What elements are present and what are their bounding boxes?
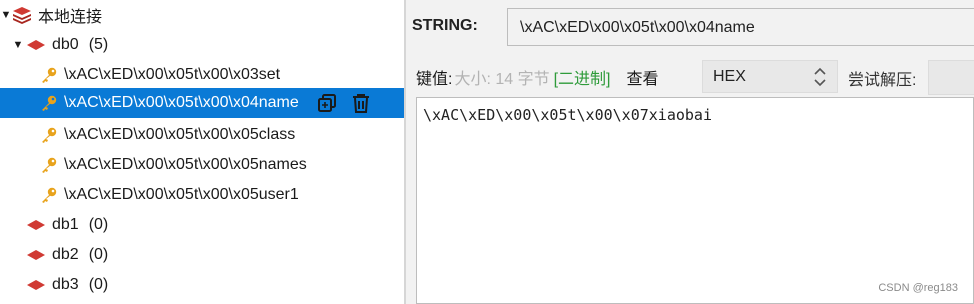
expand-arrow-icon[interactable]: ▼ bbox=[0, 0, 12, 30]
key-detail-panel: STRING: \xAC\xED\x00\x05t\x00\x04name 键值… bbox=[406, 0, 974, 304]
key-label: \xAC\xED\x00\x05t\x00\x05names bbox=[64, 156, 307, 173]
key-label: \xAC\xED\x00\x05t\x00\x05user1 bbox=[64, 186, 299, 203]
watermark: CSDN @reg183 bbox=[878, 282, 958, 294]
key-label: \xAC\xED\x00\x05t\x00\x05class bbox=[64, 126, 296, 143]
tree-item-db1[interactable]: db1 (0) bbox=[0, 210, 430, 240]
copy-icon[interactable] bbox=[316, 92, 338, 114]
value-editor[interactable]: \xAC\xED\x00\x05t\x00\x07xiaobai bbox=[416, 97, 974, 304]
db-key-count: (0) bbox=[88, 216, 109, 233]
key-icon bbox=[40, 126, 58, 144]
view-format-value: HEX bbox=[713, 68, 746, 85]
key-label: \xAC\xED\x00\x05t\x00\x04name bbox=[64, 94, 299, 111]
key-icon bbox=[40, 186, 58, 204]
value-label: 键值: bbox=[416, 71, 453, 88]
db-label: db1 bbox=[52, 216, 79, 233]
db-label: db0 bbox=[52, 36, 79, 53]
tree-key-item[interactable]: \xAC\xED\x00\x05t\x00\x05class bbox=[0, 120, 444, 150]
tree-key-item[interactable]: \xAC\xED\x00\x05t\x00\x05names bbox=[0, 150, 444, 180]
redis-server-icon bbox=[12, 5, 32, 25]
key-name-field[interactable]: \xAC\xED\x00\x05t\x00\x04name bbox=[507, 8, 974, 46]
tree-item-db0[interactable]: ▼ db0 (5) bbox=[0, 30, 416, 60]
view-label: 查看 bbox=[626, 71, 659, 88]
connection-label: 本地连接 bbox=[38, 9, 103, 26]
db-key-count: (0) bbox=[88, 246, 109, 263]
decompress-select[interactable] bbox=[928, 60, 974, 95]
db-key-count: (5) bbox=[88, 36, 109, 53]
key-icon bbox=[40, 156, 58, 174]
expand-arrow-icon[interactable]: ▼ bbox=[12, 30, 24, 60]
db-label: db2 bbox=[52, 246, 79, 263]
key-icon bbox=[40, 94, 58, 112]
database-icon bbox=[26, 249, 46, 261]
value-meta: 键值: 大小: 14 字节 [二进制] 查看 bbox=[416, 66, 659, 88]
tree-connection-row[interactable]: ▼ 本地连接 bbox=[0, 0, 404, 30]
tree-key-item[interactable]: \xAC\xED\x00\x05t\x00\x05user1 bbox=[0, 180, 444, 210]
view-format-select[interactable]: HEX bbox=[702, 60, 838, 93]
database-icon bbox=[26, 219, 46, 231]
db-key-count: (0) bbox=[88, 276, 109, 293]
key-type-label: STRING: bbox=[412, 17, 478, 34]
try-decompress-label: 尝试解压: bbox=[848, 72, 917, 89]
chevron-updown-icon bbox=[813, 66, 827, 93]
key-label: \xAC\xED\x00\x05t\x00\x03set bbox=[64, 66, 281, 83]
tree-panel: ▼ 本地连接 ▼ db0 (5) \xAC\xED\x00\x05t\x00\x… bbox=[0, 0, 444, 304]
database-icon bbox=[26, 39, 46, 51]
tree-item-db2[interactable]: db2 (0) bbox=[0, 240, 430, 270]
binary-tag: [二进制] bbox=[553, 71, 611, 88]
tree-key-item-selected[interactable]: \xAC\xED\x00\x05t\x00\x04name bbox=[0, 88, 444, 118]
key-icon bbox=[40, 66, 58, 84]
database-icon bbox=[26, 279, 46, 291]
tree-item-db3[interactable]: db3 (0) bbox=[0, 270, 430, 300]
tree-key-item[interactable]: \xAC\xED\x00\x05t\x00\x03set bbox=[0, 60, 444, 90]
delete-icon[interactable] bbox=[350, 92, 372, 114]
db-label: db3 bbox=[52, 276, 79, 293]
value-size: 大小: 14 字节 bbox=[454, 71, 550, 88]
key-actions bbox=[316, 88, 372, 118]
